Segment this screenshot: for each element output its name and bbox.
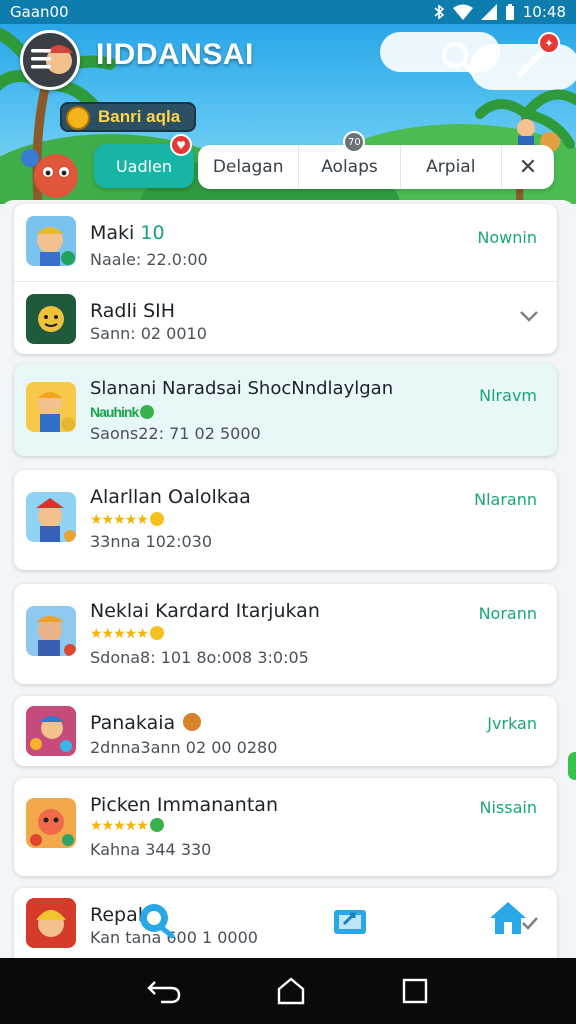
app-subtitle: Sann: 02 0010 [90,324,207,343]
coin-icon [66,106,90,130]
badge-icon [183,713,202,731]
clock-label: 10:48 [522,3,566,21]
rating-label: Nauhink [90,404,155,420]
notification-badge: ✦ [538,32,560,54]
signal-icon [480,4,497,20]
app-subtitle: Saons22: 71 02 5000 [90,424,261,443]
app-subtitle: Kahna 344 330 [90,840,212,859]
recents-icon[interactable] [401,977,429,1005]
app-name: Alarllan Oalolkaa [90,486,251,508]
tab-count-badge: 70 [343,131,366,153]
app-name: Picken Immanantan [90,794,278,816]
tab-uadlen[interactable]: Uadlen ♥ [94,134,194,188]
app-icon [26,606,76,656]
bluetooth-icon [433,4,445,20]
tab-arpial[interactable]: Arpial [401,145,502,189]
tab-label: Delagan [212,157,284,177]
status-bar: Gaan00 10:48 [0,0,576,24]
app-icon [26,706,76,756]
list-item[interactable]: Neklai Kardard Itarjukan ★★★★★ Sdona8: 1… [14,584,557,684]
app-subtitle: Naale: 22.0:00 [90,250,208,269]
list-item[interactable]: Radli SIH Sann: 02 0010 [14,282,557,354]
home-tab-icon[interactable] [488,898,528,938]
floating-handle[interactable] [568,752,576,780]
banner-chip-label: Banri aqla [98,107,181,126]
app-icon [26,382,76,432]
app-subtitle: 33nna 102:030 [90,532,212,551]
home-icon[interactable] [276,976,306,1006]
app-list[interactable]: Maki 10 Naale: 22.0:00 Nownin Radli SIH … [0,200,576,960]
tab-label: Uadlen [115,156,173,176]
tab-bar: Delagan Aolaps 70 Arpial ✕ [198,131,554,189]
app-icon [26,898,76,948]
app-icon [26,492,76,542]
menu-avatar-button[interactable] [20,30,80,90]
search-icon[interactable] [438,38,478,78]
app-action-button[interactable]: Nissain [480,798,537,817]
star-rating-icon: ★★★★★ [90,512,164,528]
banner-chip[interactable]: Banri aqla [60,102,197,132]
share-tab-icon[interactable] [330,900,370,940]
list-item-group: Maki 10 Naale: 22.0:00 Nownin Radli SIH … [14,204,557,354]
list-item[interactable]: Repal Kan tana 600 1 0000 [14,888,557,960]
mascot-character-icon [21,149,78,198]
avatar [31,45,73,74]
list-item[interactable]: Alarllan Oalolkaa ★★★★★ 33nna 102:030 Nl… [14,470,557,570]
app-icon [26,798,76,848]
app-name: Maki 10 [90,222,165,244]
close-icon: ✕ [518,154,538,180]
app-action-button[interactable]: Nlravm [479,386,537,405]
list-item[interactable]: Slanani Naradsai ShocNndlaylgan Nauhink … [14,364,557,456]
app-name: Radli SIH [90,300,176,322]
app-name: Panakaia [90,712,202,734]
status-icons: 10:48 [433,3,566,21]
list-item[interactable]: Maki 10 Naale: 22.0:00 Nownin [14,204,557,280]
app-icon [26,216,76,266]
list-item[interactable]: Panakaia 2dnna3ann 02 00 0280 Jvrkan [14,696,557,766]
tab-aolaps[interactable]: Aolaps 70 [299,131,401,189]
system-nav-bar [0,958,576,1024]
close-tab-button[interactable]: ✕ [502,145,554,189]
app-icon [26,294,76,344]
app-action-button[interactable]: Jvrkan [487,714,537,733]
wifi-icon [452,4,473,20]
tab-label: Arpial [426,157,476,177]
app-name: Neklai Kardard Itarjukan [90,600,320,622]
star-rating-icon: ★★★★★ [90,626,164,642]
tab-label: Aolaps [321,157,378,177]
app-version: 10 [140,222,165,244]
chat-tab-icon[interactable] [136,900,176,940]
app-subtitle: 2dnna3ann 02 00 0280 [90,738,278,757]
carrier-label: Gaan00 [10,3,69,21]
app-name: Slanani Naradsai ShocNndlaylgan [90,378,394,399]
star-rating-icon: ★★★★★ [90,818,164,834]
tab-delagan[interactable]: Delagan [198,145,300,189]
app-title: IIDDANSAI [96,38,254,71]
chevron-down-icon[interactable] [519,310,539,324]
app-action-button[interactable]: Nlarann [474,490,537,509]
tools-icon[interactable]: ✦ [512,32,560,78]
list-item[interactable]: Picken Immanantan ★★★★★ Kahna 344 330 Ni… [14,778,557,876]
battery-icon [505,4,515,20]
app-subtitle: Sdona8: 101 8o:008 3:0:05 [90,648,309,667]
tab-badge-icon: ♥ [170,134,192,156]
app-action-button[interactable]: Nownin [477,228,537,247]
back-icon[interactable] [147,978,181,1004]
app-action-button[interactable]: Norann [479,604,537,623]
